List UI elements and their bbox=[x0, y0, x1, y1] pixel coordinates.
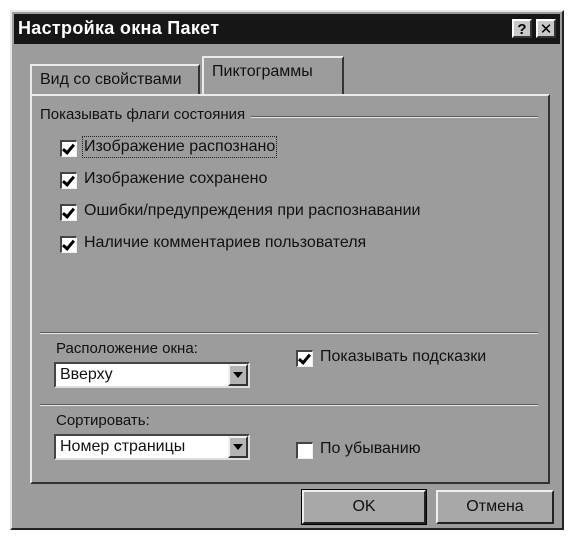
chevron-down-icon bbox=[233, 372, 243, 378]
window-position-value: Вверху bbox=[60, 366, 113, 383]
sort-value: Номер страницы bbox=[60, 438, 186, 455]
window-position-dropdown-button[interactable] bbox=[228, 364, 248, 386]
close-button[interactable]: ✕ bbox=[536, 19, 556, 38]
tab-icons-label: Пиктограммы bbox=[212, 63, 313, 80]
tab-properties-view-label: Вид со свойствами bbox=[40, 71, 182, 88]
tab-panel-icons: Показывать флаги состояния Изображение р… bbox=[30, 94, 550, 484]
image-saved-label: Изображение сохранено bbox=[84, 170, 268, 187]
image-recognized-checkbox-box[interactable] bbox=[60, 140, 77, 157]
image-recognized-label: Изображение распознано bbox=[81, 136, 278, 158]
group-divider-sort bbox=[40, 404, 538, 406]
show-hints-checkbox-box[interactable] bbox=[296, 350, 313, 367]
tab-properties-view[interactable]: Вид со свойствами bbox=[30, 64, 200, 94]
ok-button[interactable]: OK bbox=[301, 489, 427, 525]
window-title: Настройка окна Пакет bbox=[18, 18, 220, 38]
recognition-errors-label: Ошибки/предупреждения при распознавании bbox=[84, 202, 421, 219]
sort-select[interactable]: Номер страницы bbox=[54, 434, 250, 460]
settings-dialog: Настройка окна Пакет ? ✕ Вид со свойства… bbox=[10, 10, 564, 530]
descending-label: По убыванию bbox=[320, 440, 421, 457]
status-flags-group-label: Показывать флаги состояния bbox=[40, 106, 252, 123]
chevron-down-icon bbox=[233, 444, 243, 450]
window-position-label: Расположение окна: bbox=[56, 340, 198, 357]
sort-dropdown-button[interactable] bbox=[228, 436, 248, 458]
help-button[interactable]: ? bbox=[512, 19, 532, 38]
user-comments-label: Наличие комментариев пользователя bbox=[84, 234, 367, 251]
sort-label: Сортировать: bbox=[56, 412, 150, 429]
group-divider-position bbox=[40, 332, 538, 334]
tab-icons[interactable]: Пиктограммы bbox=[202, 56, 344, 94]
window-position-select[interactable]: Вверху bbox=[54, 362, 250, 388]
show-hints-label: Показывать подсказки bbox=[320, 348, 487, 365]
descending-checkbox-box[interactable] bbox=[296, 442, 313, 459]
title-bar[interactable]: Настройка окна Пакет ? ✕ bbox=[14, 14, 560, 44]
image-saved-checkbox-box[interactable] bbox=[60, 172, 77, 189]
recognition-errors-checkbox-box[interactable] bbox=[60, 204, 77, 221]
user-comments-checkbox-box[interactable] bbox=[60, 236, 77, 253]
cancel-button[interactable]: Отмена bbox=[436, 490, 554, 524]
